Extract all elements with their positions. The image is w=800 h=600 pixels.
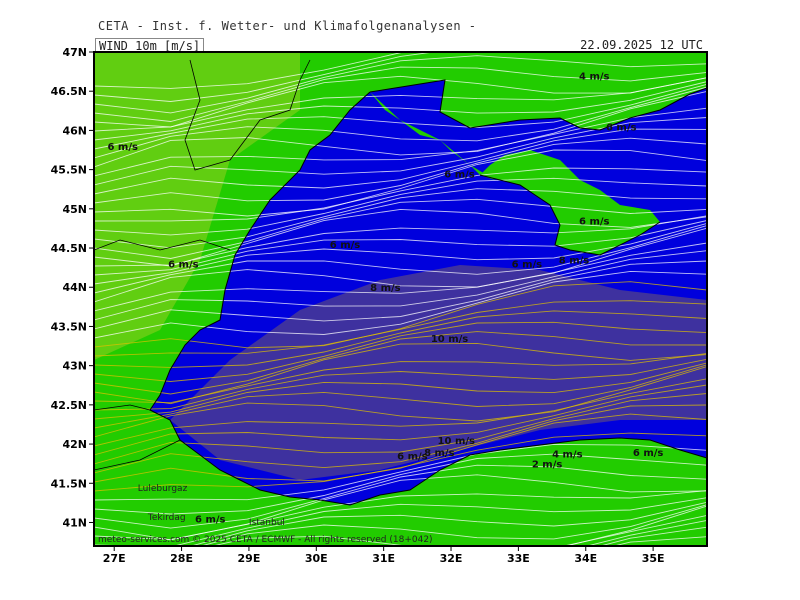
speed-annotation: 10 m/s: [438, 436, 475, 447]
speed-annotation: 6 m/s: [512, 260, 543, 271]
speed-annotation: 6 m/s: [444, 169, 475, 180]
place-label: Tekirdag: [147, 513, 186, 523]
lat-tick-label: 41N: [62, 516, 87, 529]
lon-tick-label: 31E: [372, 552, 395, 565]
lat-tick-label: 42.5N: [51, 399, 87, 412]
lon-tick-label: 32E: [440, 552, 463, 565]
speed-annotation: 6 m/s: [168, 260, 199, 271]
lat-tick-label: 46N: [62, 124, 87, 137]
speed-annotation: 8 m/s: [559, 256, 590, 267]
lat-tick-label: 46.5N: [51, 85, 87, 98]
speed-annotation: 6 m/s: [330, 240, 361, 251]
lon-tick-label: 27E: [103, 552, 126, 565]
lon-tick-label: 30E: [305, 552, 328, 565]
lat-tick-label: 43N: [62, 360, 87, 373]
speed-annotation: 2 m/s: [532, 460, 563, 471]
speed-annotation: 10 m/s: [431, 334, 468, 345]
speed-annotation: 4 m/s: [579, 71, 610, 82]
lat-tick-label: 44N: [62, 281, 87, 294]
lat-tick-label: 43.5N: [51, 320, 87, 333]
latitude-axis: 47N 46.5N 46N 45.5N 45N 44.5N 44N 43.5N 43N 42.5N…: [51, 46, 94, 529]
speed-annotation: 6 m/s: [107, 142, 138, 153]
wind-map: 47N 46.5N 46N 45.5N 45N 44.5N 44N 43.5N 43N 42.5N…: [51, 46, 708, 565]
lat-tick-label: 47N: [62, 46, 87, 59]
speed-annotation: 6 m/s: [579, 217, 610, 228]
lat-tick-label: 44.5N: [51, 242, 87, 255]
lon-tick-label: 34E: [574, 552, 597, 565]
speed-annotation: 6 m/s: [195, 514, 226, 525]
longitude-axis: 27E 28E 29E 30E 31E 32E 33E 34E 35E: [103, 546, 665, 565]
lon-tick-label: 35E: [642, 552, 665, 565]
lon-tick-label: 28E: [170, 552, 193, 565]
lat-tick-label: 45N: [62, 203, 87, 216]
place-label: Istanbul: [249, 518, 285, 528]
lat-tick-label: 45.5N: [51, 164, 87, 177]
speed-annotation: 6 m/s: [397, 452, 428, 463]
credit-text: meteo-services.com © 2025 CETA / ECMWF -…: [98, 535, 433, 545]
lon-tick-label: 29E: [238, 552, 261, 565]
lat-tick-label: 42N: [62, 438, 87, 451]
speed-annotation: 6 m/s: [606, 122, 637, 133]
speed-annotation: 6 m/s: [633, 448, 664, 459]
speed-annotation: 8 m/s: [370, 283, 401, 294]
lat-tick-label: 41.5N: [51, 477, 87, 490]
lon-tick-label: 33E: [507, 552, 530, 565]
place-label: Luleburgaz: [138, 484, 188, 494]
speed-annotation: 8 m/s: [424, 448, 455, 459]
